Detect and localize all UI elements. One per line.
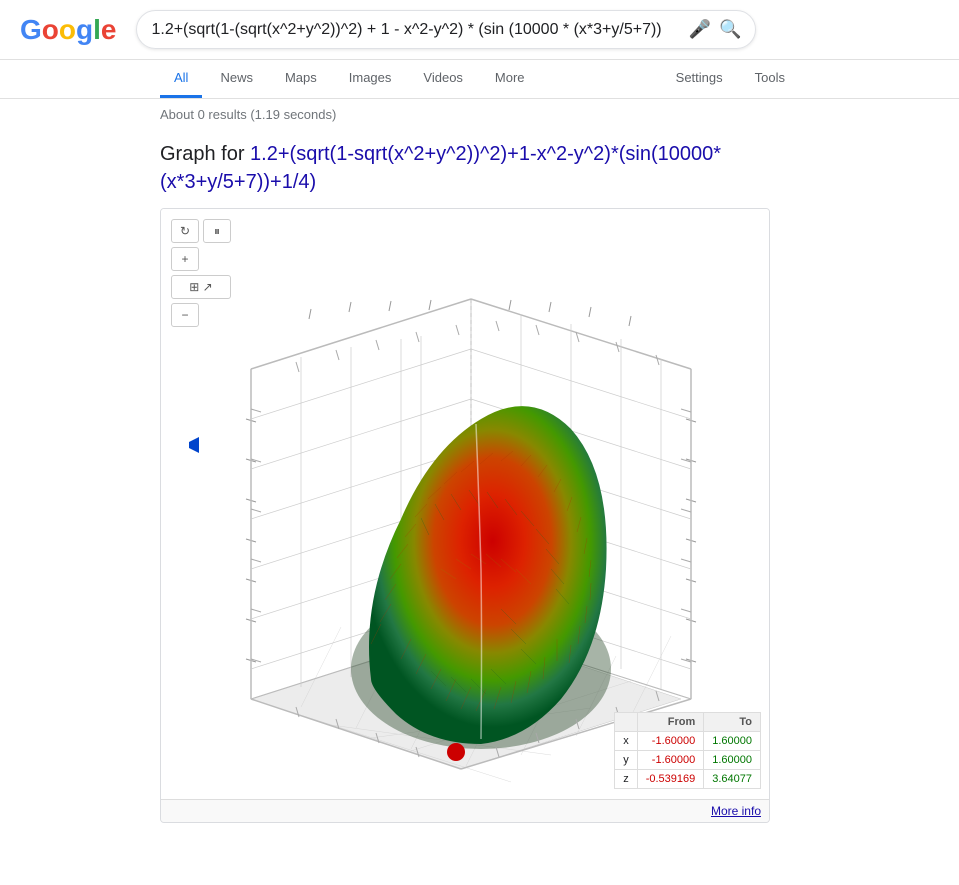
tab-videos[interactable]: Videos	[409, 60, 477, 98]
range-y-label: y	[615, 751, 638, 770]
range-z-label: z	[615, 770, 638, 789]
range-z-from: -0.539169	[637, 770, 704, 789]
reset-button[interactable]: ⊞ ↗	[171, 275, 231, 299]
tab-news[interactable]: News	[206, 60, 267, 98]
logo-letter-o1: o	[42, 14, 59, 45]
range-col-label	[615, 713, 638, 732]
range-col-to: To	[704, 713, 761, 732]
logo-letter-g: G	[20, 14, 42, 45]
google-logo[interactable]: Google	[20, 14, 116, 46]
more-info-link[interactable]: More info	[711, 804, 761, 818]
graph-controls: ↻ ⏸ + ⊞ ↗ −	[171, 219, 231, 327]
tab-settings[interactable]: Settings	[662, 60, 737, 98]
range-y-from: -1.60000	[637, 751, 704, 770]
range-table: From To x -1.60000 1.60000 y -1.60000 1.…	[614, 712, 761, 789]
range-z-to: 3.64077	[704, 770, 761, 789]
tab-more[interactable]: More	[481, 60, 539, 98]
header: Google 1.2+(sqrt(1-(sqrt(x^2+y^2))^2) + …	[0, 0, 959, 60]
range-row-y: y -1.60000 1.60000	[615, 751, 761, 770]
logo-letter-o2: o	[59, 14, 76, 45]
logo-letter-e: e	[101, 14, 117, 45]
pause-button[interactable]: ⏸	[203, 219, 231, 243]
logo-letter-g2: g	[76, 14, 93, 45]
more-info-row: More info	[161, 799, 769, 822]
more-info-text: More info	[711, 804, 761, 818]
range-x-from: -1.60000	[637, 732, 704, 751]
nav-tabs: All News Maps Images Videos More Setting…	[0, 60, 959, 99]
graph-svg	[161, 209, 770, 799]
graph-canvas: From To x -1.60000 1.60000 y -1.60000 1.…	[161, 209, 770, 799]
logo-letter-l: l	[93, 14, 101, 45]
zoom-in-button[interactable]: +	[171, 247, 199, 271]
zoom-out-button[interactable]: −	[171, 303, 199, 327]
search-icon[interactable]: 🔍	[719, 19, 741, 40]
red-dot-indicator	[447, 743, 465, 761]
graph-section: Graph for 1.2+(sqrt(1-sqrt(x^2+y^2))^2)+…	[0, 130, 959, 843]
search-bar-wrapper: 1.2+(sqrt(1-(sqrt(x^2+y^2))^2) + 1 - x^2…	[136, 10, 756, 49]
range-row-z: z -0.539169 3.64077	[615, 770, 761, 789]
tab-all[interactable]: All	[160, 60, 202, 98]
graph-title: Graph for 1.2+(sqrt(1-sqrt(x^2+y^2))^2)+…	[160, 140, 799, 196]
microphone-icon[interactable]: 🎤	[689, 19, 711, 40]
search-input[interactable]: 1.2+(sqrt(1-(sqrt(x^2+y^2))^2) + 1 - x^2…	[151, 21, 680, 39]
results-count: About 0 results (1.19 seconds)	[160, 107, 336, 122]
range-row-x: x -1.60000 1.60000	[615, 732, 761, 751]
tab-images[interactable]: Images	[335, 60, 406, 98]
range-x-to: 1.60000	[704, 732, 761, 751]
rotate-button[interactable]: ↻	[171, 219, 199, 243]
graph-container: ↻ ⏸ + ⊞ ↗ −	[160, 208, 770, 823]
search-bar: 1.2+(sqrt(1-(sqrt(x^2+y^2))^2) + 1 - x^2…	[136, 10, 756, 49]
results-info: About 0 results (1.19 seconds)	[0, 99, 959, 130]
range-x-label: x	[615, 732, 638, 751]
tab-tools[interactable]: Tools	[741, 60, 799, 98]
tab-maps[interactable]: Maps	[271, 60, 331, 98]
range-col-from: From	[637, 713, 704, 732]
range-y-to: 1.60000	[704, 751, 761, 770]
graph-title-prefix: Graph for	[160, 143, 250, 165]
